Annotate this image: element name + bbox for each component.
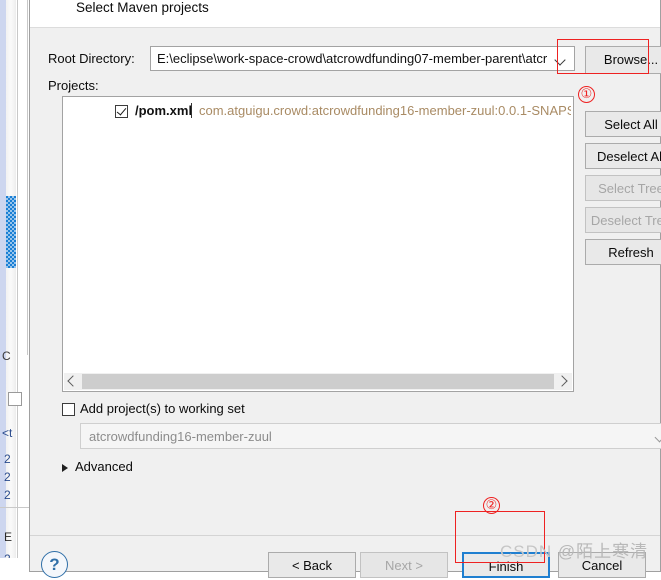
select-tree-button: Select Tree <box>585 175 661 201</box>
select-maven-projects-dialog: Select Maven projects Root Directory: E:… <box>29 0 661 578</box>
list-item[interactable]: /pom.xml com.atguigu.crowd:atcrowdfundin… <box>63 101 573 123</box>
gutter-line-1: <t <box>2 426 13 440</box>
select-all-button[interactable]: Select All <box>585 111 661 137</box>
editor-scrollbar-track[interactable] <box>6 0 16 572</box>
editor-scrollbar-thumb[interactable] <box>6 196 16 268</box>
watermark-handle: @陌上寒清 <box>557 542 649 561</box>
deselect-tree-button: Deselect Tree <box>585 207 661 233</box>
project-checkbox[interactable] <box>115 105 128 118</box>
project-coordinates-label: com.atguigu.crowd:atcrowdfunding16-membe… <box>199 103 571 118</box>
scroll-right-arrow-icon[interactable] <box>555 373 572 390</box>
projects-list[interactable]: /pom.xml com.atguigu.crowd:atcrowdfundin… <box>62 96 574 392</box>
text-caret <box>191 103 192 118</box>
editor-divider-2 <box>27 0 28 355</box>
advanced-label: Advanced <box>75 459 133 474</box>
root-directory-combo[interactable]: E:\eclipse\work-space-crowd\atcrowdfundi… <box>150 46 575 71</box>
annotation-rect-browse <box>557 39 649 74</box>
editor-view-icon <box>8 392 22 406</box>
dialog-header: Select Maven projects <box>30 0 660 28</box>
help-button[interactable]: ? <box>41 551 68 578</box>
annotation-marker-two: ② <box>483 497 500 514</box>
gutter-line-4: 2 <box>4 488 11 502</box>
working-set-combo[interactable]: atcrowdfunding16-member-zuul <box>80 423 661 449</box>
gutter-line-0: C <box>2 349 11 363</box>
working-set-label: Add project(s) to working set <box>80 401 245 416</box>
chevron-down-icon[interactable] <box>656 432 661 443</box>
root-directory-value: E:\eclipse\work-space-crowd\atcrowdfundi… <box>157 51 547 66</box>
gutter-line-2: 2 <box>4 452 11 466</box>
refresh-button[interactable]: Refresh <box>585 239 661 265</box>
projects-label: Projects: <box>48 78 99 93</box>
dialog-title: Select Maven projects <box>76 0 209 15</box>
root-directory-label: Root Directory: <box>48 51 135 66</box>
watermark-prefix: CSDN <box>500 542 558 561</box>
working-set-checkbox[interactable] <box>62 403 75 416</box>
back-button[interactable]: < Back <box>268 552 356 578</box>
annotation-marker-one: ① <box>578 86 595 103</box>
scrollbar-thumb[interactable] <box>82 374 554 389</box>
working-set-value: atcrowdfunding16-member-zuul <box>89 429 272 444</box>
projects-horizontal-scrollbar[interactable] <box>64 373 572 390</box>
gutter-line-3: 2 <box>4 470 11 484</box>
deselect-all-button[interactable]: Deselect All <box>585 143 661 169</box>
watermark: CSDN @陌上寒清 <box>500 537 648 562</box>
scroll-left-arrow-icon[interactable] <box>64 373 81 390</box>
triangle-right-icon[interactable] <box>62 464 68 472</box>
next-button: Next > <box>360 552 448 578</box>
project-pom-label: /pom.xml <box>135 103 193 118</box>
gutter-line-5: E <box>4 530 13 544</box>
footer-separator <box>30 535 660 536</box>
dialog-body: Root Directory: E:\eclipse\work-space-cr… <box>30 28 661 578</box>
editor-divider-1 <box>17 0 18 572</box>
